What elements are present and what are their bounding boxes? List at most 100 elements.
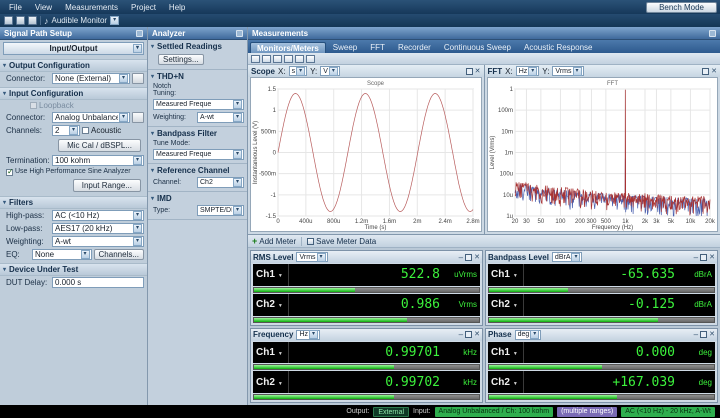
close-icon[interactable] (711, 68, 717, 75)
menu-project[interactable]: Project (125, 2, 162, 13)
bandpass-level-unit-select[interactable]: dBrA (551, 252, 583, 262)
output-config-section-header[interactable]: Output Configuration (0, 59, 147, 72)
channel-selector[interactable]: Ch1 (256, 264, 289, 286)
notch-tuning-select[interactable]: Measured Freque (153, 99, 244, 110)
bench-mode-button[interactable]: Bench Mode (646, 1, 717, 13)
output-connector-select[interactable]: None (External) (52, 73, 130, 84)
layout-single-icon[interactable] (251, 54, 260, 63)
eq-select[interactable]: None (32, 249, 92, 260)
save-meter-data-button[interactable]: Save Meter Data (307, 237, 376, 246)
fft-x-units-select[interactable]: Hz (515, 66, 540, 76)
tab-recorder[interactable]: Recorder (392, 42, 437, 53)
high-pass-select[interactable]: AC (<10 Hz) (52, 210, 144, 221)
status-ranges-badge[interactable]: (multiple ranges) (557, 406, 618, 417)
layout-left-stack-icon[interactable] (295, 54, 304, 63)
dut-delay-input[interactable]: 0.000 s (52, 277, 144, 288)
input-connector-select[interactable]: Analog Unbalanced (52, 112, 130, 123)
channels-select[interactable]: 2 (52, 125, 80, 136)
fft-plot[interactable]: 20 30 50 100 200 300 500 1k 2k 3k 5k 10k 20k 1 100m 10m… (486, 77, 718, 232)
add-meter-button[interactable]: Add Meter (252, 236, 296, 246)
thdn-header[interactable]: THD+N (148, 70, 247, 82)
mic-cal-button[interactable]: Mic Cal / dBSPL... (58, 139, 141, 152)
minimize-icon[interactable] (694, 254, 698, 261)
scope-plot[interactable]: 0 400u 800u 1.2m 1.6m 2m 2.4m 2.8m 1.5 1 500m 0 -500… (250, 77, 482, 232)
layout-two-column-icon[interactable] (262, 54, 271, 63)
tab-sweep[interactable]: Sweep (327, 42, 363, 53)
imd-type-select[interactable]: SMPTE/DIN (197, 205, 244, 216)
scope-y-units-select[interactable]: V (320, 66, 340, 76)
low-pass-select[interactable]: AES17 (20 kHz) (52, 223, 144, 234)
input-config-section-header[interactable]: Input Configuration (0, 87, 147, 100)
input-connector-settings-button[interactable] (132, 112, 144, 123)
channel-selector[interactable]: Ch1 (491, 264, 524, 286)
minimize-icon[interactable] (459, 254, 463, 261)
save-project-icon[interactable] (28, 16, 37, 25)
channel-selector[interactable]: Ch2 (491, 371, 524, 393)
layout-right-stack-icon[interactable] (306, 54, 315, 63)
layout-two-row-icon[interactable] (273, 54, 282, 63)
minimize-icon[interactable] (459, 331, 463, 338)
weighting-select[interactable]: A-wt (52, 236, 144, 247)
new-project-icon[interactable] (4, 16, 13, 25)
channel-selector[interactable]: Ch2 (491, 293, 524, 316)
eq-channels-button[interactable]: Channels... (93, 249, 144, 260)
reference-channel-header[interactable]: Reference Channel (148, 164, 247, 176)
termination-select[interactable]: 100 kohm (52, 155, 144, 166)
chevron-down-icon[interactable] (110, 16, 120, 25)
channel-selector[interactable]: Ch1 (256, 341, 289, 364)
open-project-icon[interactable] (16, 16, 25, 25)
phase-unit-select[interactable]: deg (514, 329, 542, 340)
popout-icon[interactable] (700, 253, 708, 261)
menu-measurements[interactable]: Measurements (59, 2, 124, 13)
filters-section-header[interactable]: Filters (0, 196, 147, 209)
fft-y-units-select[interactable]: Vrms (552, 66, 584, 76)
status-filters-badge[interactable]: AC (<10 Hz) - 20 kHz, A-Wt (621, 406, 715, 417)
high-performance-checkbox[interactable] (6, 167, 14, 176)
popout-icon[interactable] (700, 331, 708, 338)
popout-icon[interactable] (465, 67, 473, 75)
tune-mode-select[interactable]: Measured Freque (153, 149, 244, 160)
tab-continuous-sweep[interactable]: Continuous Sweep (438, 42, 517, 53)
close-icon[interactable] (709, 254, 715, 261)
pin-icon[interactable] (136, 29, 143, 37)
dut-section-header[interactable]: Device Under Test (0, 263, 147, 276)
output-connector-settings-button[interactable] (132, 73, 144, 84)
loopback-checkbox[interactable] (30, 102, 37, 109)
channel-selector[interactable]: Ch2 (256, 371, 289, 393)
popout-icon[interactable] (702, 67, 710, 75)
pin-icon[interactable] (236, 29, 243, 37)
scope-x-units-select[interactable]: s (288, 66, 308, 76)
channel-selector[interactable]: Ch2 (256, 293, 289, 316)
minimize-icon[interactable] (694, 331, 698, 338)
close-icon[interactable] (474, 254, 480, 261)
frequency-unit-select[interactable]: Hz (296, 329, 321, 340)
speaker-icon[interactable] (44, 16, 49, 26)
reference-channel-select[interactable]: Ch2 (197, 177, 244, 188)
popout-icon[interactable] (465, 253, 473, 261)
menu-help[interactable]: Help (163, 2, 191, 13)
rms-level-unit-select[interactable]: Vrms (296, 252, 328, 262)
channel-selector[interactable]: Ch1 (491, 341, 524, 364)
acoustic-checkbox[interactable] (82, 127, 89, 134)
tab-monitors-meters[interactable]: Monitors/Meters (250, 42, 326, 53)
status-output-value[interactable]: External (373, 406, 410, 417)
bandpass-filter-header[interactable]: Bandpass Filter (148, 127, 247, 139)
settled-readings-header[interactable]: Settled Readings (148, 40, 247, 52)
menu-view[interactable]: View (29, 2, 58, 13)
tab-acoustic-response[interactable]: Acoustic Response (518, 42, 598, 53)
layout-grid-icon[interactable] (284, 54, 293, 63)
settled-readings-settings-button[interactable]: Settings... (158, 54, 204, 65)
close-icon[interactable] (709, 331, 715, 338)
menu-file[interactable]: File (3, 2, 28, 13)
tab-fft[interactable]: FFT (364, 42, 391, 53)
close-icon[interactable] (474, 331, 480, 338)
io-mode-select[interactable]: Input/Output (3, 42, 144, 55)
imd-header[interactable]: IMD (148, 192, 247, 204)
popout-icon[interactable] (465, 331, 473, 338)
close-icon[interactable] (475, 68, 481, 75)
pin-icon[interactable] (709, 29, 716, 37)
audible-monitor-label[interactable]: Audible Monitor (52, 16, 108, 25)
status-input-value[interactable]: Analog Unbalanced / Ch: 100 kohm (434, 406, 554, 417)
input-range-button[interactable]: Input Range... (72, 179, 141, 192)
thdn-weighting-select[interactable]: A-wt (197, 112, 244, 123)
